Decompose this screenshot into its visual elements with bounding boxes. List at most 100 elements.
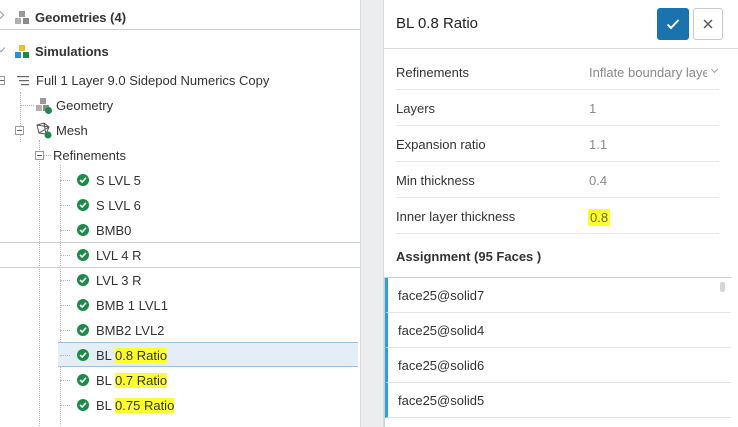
tree-item-refinements[interactable]: Refinements — [0, 143, 360, 168]
inner-layer-thickness-input[interactable]: 0.8 — [588, 209, 611, 226]
expansion-ratio-input[interactable]: 1.1 — [589, 137, 607, 152]
field-expansion-ratio[interactable]: Expansion ratio 1.1 — [396, 126, 719, 162]
tree-item-label: Simulations — [35, 44, 109, 59]
check-circle-icon — [77, 199, 89, 211]
check-circle-icon — [77, 299, 89, 311]
panel-header: BL 0.8 Ratio — [384, 0, 738, 49]
panel-title: BL 0.8 Ratio — [396, 15, 478, 32]
tree-item-label: S LVL 5 — [96, 173, 141, 188]
tree-line — [60, 230, 70, 231]
field-label: Refinements — [396, 65, 469, 80]
assignment-item[interactable]: face25@solid4 — [385, 313, 731, 348]
highlighted-text: 0.75 Ratio — [115, 398, 175, 413]
tree-line — [60, 305, 70, 306]
tree-item-label: LVL 4 R — [96, 248, 142, 263]
check-icon — [666, 19, 680, 30]
tree-item-label: Full 1 Layer 9.0 Sidepod Numerics Copy — [36, 73, 270, 88]
assignment-item[interactable]: face25@solid6 — [385, 348, 731, 383]
tree-item-label: LVL 3 R — [96, 273, 142, 288]
assignment-item[interactable]: face25@solid5 — [385, 383, 731, 418]
tree-item-mesh[interactable]: Mesh — [0, 118, 360, 143]
simulation-icon — [15, 45, 29, 58]
tree-item-refinement[interactable]: BMB0 — [0, 218, 360, 243]
tree-item-label: BMB2 LVL2 — [96, 323, 165, 338]
label-prefix: BL — [96, 373, 116, 388]
tree-line — [60, 280, 70, 281]
tree-item-refinement[interactable]: LVL 3 R — [0, 268, 360, 293]
field-label: Min thickness — [396, 173, 475, 188]
tree-line — [60, 355, 70, 356]
chevron-down-icon[interactable] — [710, 65, 719, 74]
tree-item-label: S LVL 6 — [96, 198, 141, 213]
chevron-down-icon[interactable] — [0, 43, 6, 53]
assignment-item-label: face25@solid6 — [398, 358, 485, 373]
collapse-icon[interactable] — [0, 76, 5, 85]
tree-item-label: Refinements — [53, 148, 126, 163]
tree-item-refinement-selected[interactable]: BL 0.8 Ratio — [58, 342, 358, 367]
field-refinements[interactable]: Refinements Inflate boundary laye — [396, 54, 719, 90]
field-label: Layers — [396, 101, 436, 116]
chevron-icon[interactable] — [0, 10, 5, 20]
highlighted-text: 0.8 Ratio — [115, 348, 168, 363]
tree-line — [60, 380, 70, 381]
tree-line — [60, 255, 70, 256]
tree-item-label: Geometry — [56, 98, 114, 113]
field-inner-layer-thickness[interactable]: Inner layer thickness 0.8 — [396, 198, 719, 234]
tree-line — [60, 180, 70, 181]
close-button[interactable] — [693, 8, 723, 40]
tree-item-label: Geometries (4) — [35, 10, 127, 25]
tree-line — [60, 205, 70, 206]
check-circle-icon — [77, 274, 89, 286]
tree-line — [60, 405, 70, 406]
tree-item-refinement[interactable]: BL 0.75 Ratio — [0, 393, 360, 418]
assignment-item-label: face25@solid4 — [398, 323, 485, 338]
check-circle-icon — [77, 249, 89, 261]
collapse-icon[interactable] — [15, 126, 24, 135]
check-circle-icon — [77, 174, 89, 186]
tree-item-refinement[interactable]: S LVL 6 — [0, 193, 360, 218]
check-circle-icon — [77, 374, 89, 386]
cubes-icon — [15, 11, 29, 24]
tree-item-refinement[interactable]: BMB2 LVL2 — [0, 318, 360, 343]
tree-item-label: BMB 1 LVL1 — [96, 298, 169, 313]
assignment-item-label: face25@solid5 — [398, 393, 485, 408]
min-thickness-input[interactable]: 0.4 — [589, 173, 607, 188]
field-label: Inner layer thickness — [396, 209, 516, 224]
tree-item-geometry[interactable]: Geometry — [0, 93, 360, 118]
assignment-title: Assignment (95 Faces ) — [396, 249, 542, 264]
tree-item-refinement[interactable]: BMB 1 LVL1 — [0, 293, 360, 318]
check-circle-icon — [77, 324, 89, 336]
tree-item-label: BL 0.8 Ratio — [96, 348, 168, 363]
field-min-thickness[interactable]: Min thickness 0.4 — [396, 162, 719, 198]
check-circle-icon — [77, 224, 89, 236]
tree-item-label: BL 0.75 Ratio — [96, 398, 175, 413]
label-prefix: BL — [96, 398, 116, 413]
tree-item-simulation[interactable]: Full 1 Layer 9.0 Sidepod Numerics Copy — [0, 68, 360, 93]
scrollbar-thumb[interactable] — [720, 282, 725, 292]
assignment-item[interactable]: face25@solid7 — [385, 278, 731, 313]
assignment-list: face25@solid7 face25@solid4 face25@solid… — [384, 277, 732, 427]
highlighted-text: 0.7 Ratio — [115, 373, 168, 388]
tree-item-label: Mesh — [56, 123, 88, 138]
label-prefix: BL — [96, 348, 116, 363]
tree-item-refinement[interactable]: BL 0.7 Ratio — [0, 368, 360, 393]
tree-item-simulations[interactable]: Simulations — [0, 39, 360, 64]
check-circle-icon — [77, 399, 89, 411]
tree-item-refinement[interactable]: LVL 4 R — [0, 242, 360, 268]
mesh-icon — [36, 122, 52, 139]
layers-input[interactable]: 1 — [589, 101, 596, 116]
assignment-item-label: face25@solid7 — [398, 288, 485, 303]
tree-line — [60, 330, 70, 331]
close-icon — [703, 19, 713, 29]
field-layers[interactable]: Layers 1 — [396, 90, 719, 126]
refinements-select[interactable]: Inflate boundary laye — [589, 65, 707, 80]
tree-item-geometries[interactable]: Geometries (4) — [0, 5, 360, 30]
confirm-button[interactable] — [657, 8, 689, 40]
tree-item-label: BMB0 — [96, 223, 132, 238]
field-label: Expansion ratio — [396, 137, 486, 152]
tree-item-refinement[interactable]: S LVL 5 — [0, 168, 360, 193]
collapse-icon[interactable] — [35, 151, 44, 160]
project-tree: Geometries (4) Simulations Full 1 Layer … — [0, 0, 361, 427]
properties-panel: BL 0.8 Ratio Refinements Inflate boundar… — [383, 0, 738, 427]
simulation-settings-icon — [17, 76, 29, 86]
